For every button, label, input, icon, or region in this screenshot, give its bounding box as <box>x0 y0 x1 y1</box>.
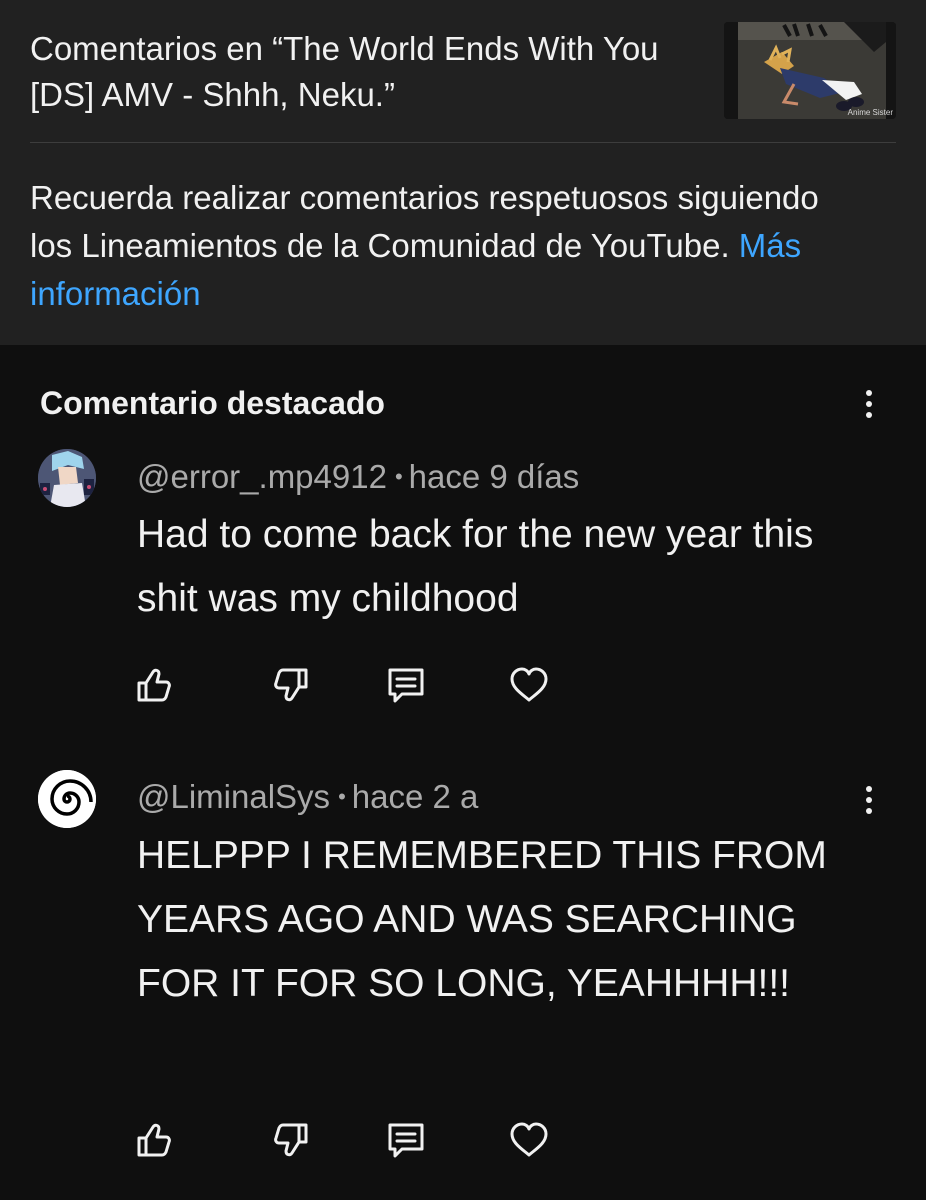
avatar[interactable] <box>38 449 96 507</box>
meta-separator: • <box>338 784 346 809</box>
heart-icon[interactable] <box>508 1119 550 1161</box>
comment-text: HELPPP I REMEMBERED THIS FROM YEARS AGO … <box>137 834 827 1005</box>
page-title: Comentarios en “The World Ends With You … <box>30 30 659 113</box>
comment-author[interactable]: @LiminalSys <box>137 778 330 815</box>
thumbs-down-icon[interactable] <box>270 664 312 706</box>
featured-comment-title: Comentario destacado <box>40 385 385 421</box>
thumbs-down-icon[interactable] <box>270 1119 312 1161</box>
reply-icon[interactable] <box>385 1119 427 1161</box>
avatar[interactable] <box>38 770 96 828</box>
thumbs-up-icon[interactable] <box>133 1119 175 1161</box>
more-vertical-icon[interactable] <box>854 780 884 820</box>
heart-icon[interactable] <box>508 664 550 706</box>
guidelines-text: Recuerda realizar comentarios respetuoso… <box>30 179 819 264</box>
reply-icon[interactable] <box>385 664 427 706</box>
comment-actions <box>133 664 563 706</box>
thumbs-up-icon[interactable] <box>133 664 175 706</box>
comment-meta: @error_.mp4912 • hace 9 días <box>137 455 579 499</box>
comment-meta: @LiminalSys • hace 2 a <box>137 775 478 819</box>
video-thumbnail[interactable]: Anime Sister <box>724 22 896 119</box>
community-guidelines-notice: Recuerda realizar comentarios respetuoso… <box>30 174 860 318</box>
comment-text: Had to come back for the new year this s… <box>137 513 814 620</box>
comment-actions <box>133 1119 563 1161</box>
comment-author[interactable]: @error_.mp4912 <box>137 458 387 495</box>
meta-separator: • <box>394 464 403 489</box>
thumbnail-image <box>724 22 896 119</box>
comments-header: Comentarios en “The World Ends With You … <box>0 0 926 345</box>
divider <box>30 142 896 143</box>
thumbnail-watermark: Anime Sister <box>847 108 893 117</box>
more-vertical-icon[interactable] <box>854 384 884 424</box>
spiral-avatar-image <box>38 770 96 828</box>
comment-time: hace 2 a <box>351 778 479 815</box>
comment-time: hace 9 días <box>408 458 580 495</box>
avatar-image <box>38 449 96 507</box>
